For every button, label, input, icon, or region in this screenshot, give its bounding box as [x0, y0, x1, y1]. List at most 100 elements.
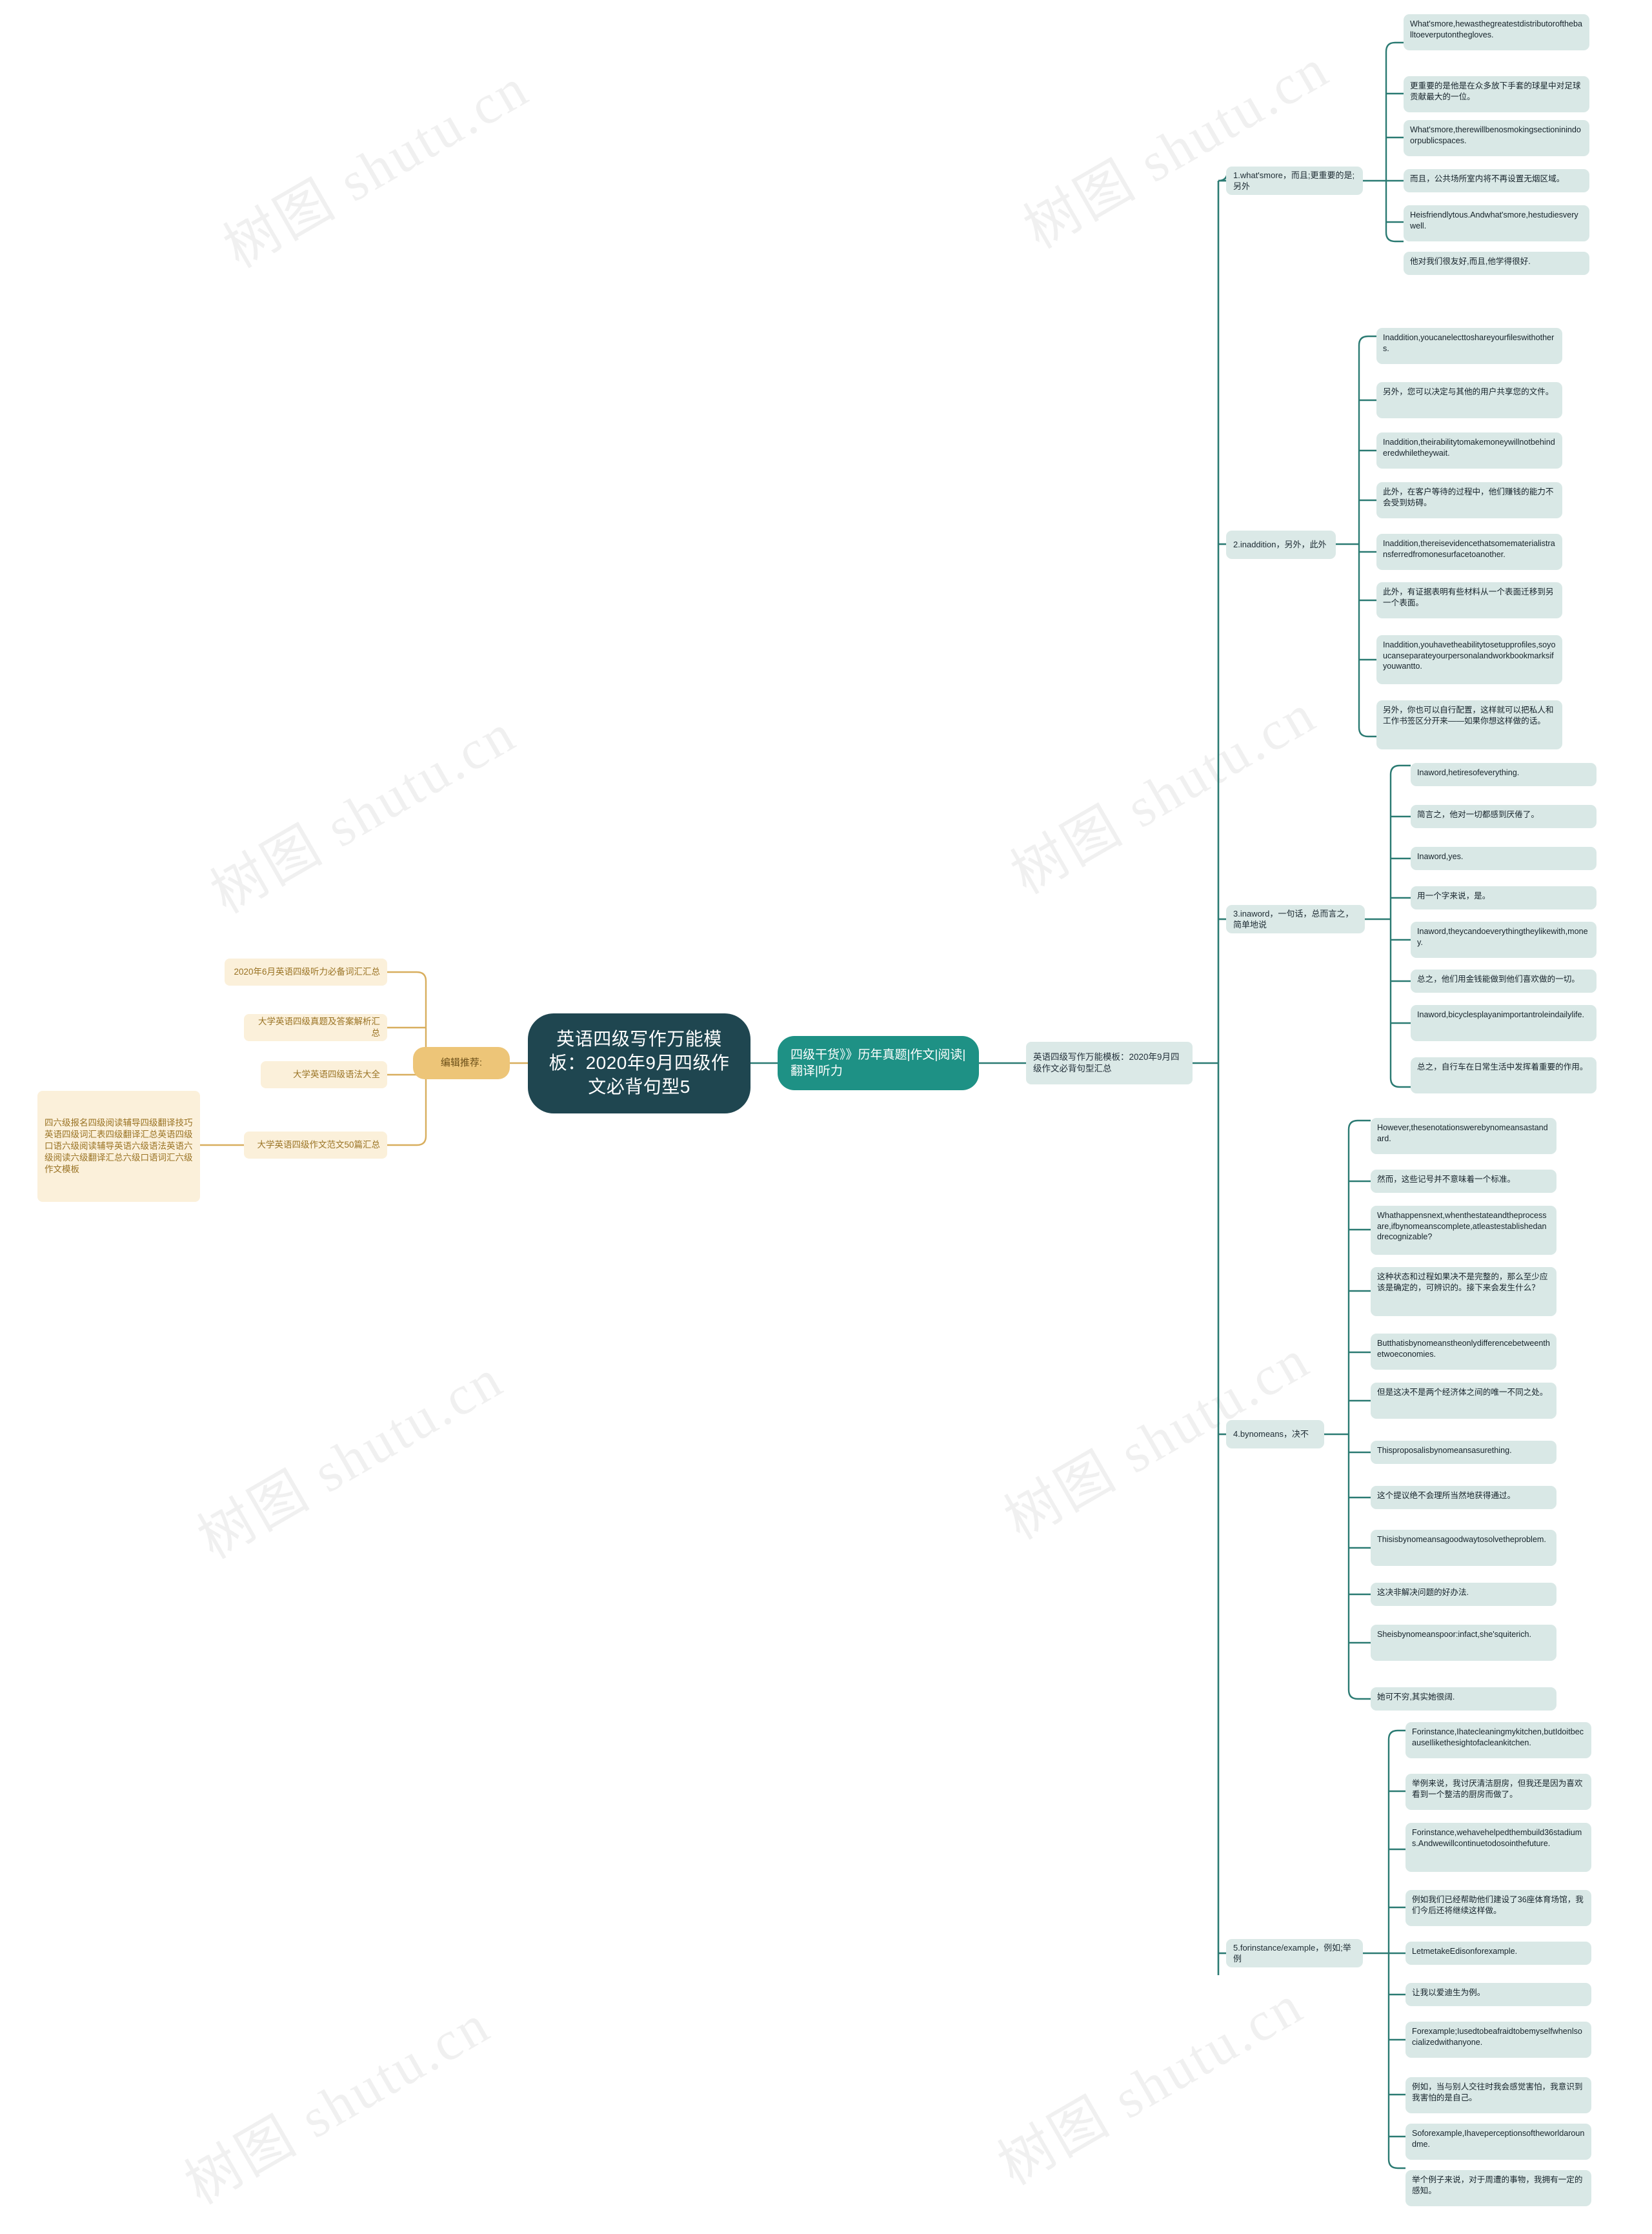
leaf-node[interactable]: 另外，您可以决定与其他的用户共享您的文件。	[1376, 382, 1562, 418]
watermark: 树图 shutu.cn	[988, 1973, 1314, 2197]
leaf-node[interactable]: Forexample;Iusedtobeafraidtobemyselfwhen…	[1405, 2022, 1591, 2058]
leaf-label: 举个例子来说，对于周遭的事物，我拥有一定的感知。	[1412, 2175, 1583, 2195]
leaf-label: 而且，公共场所室内将不再设置无烟区域。	[1410, 174, 1565, 183]
leaf-node[interactable]: Forinstance,Ihatecleaningmykitchen,butId…	[1405, 1722, 1591, 1758]
leaf-node[interactable]: Inaword,bicyclesplayanimportantroleindai…	[1411, 1005, 1597, 1041]
leaf-node[interactable]: 总之，自行车在日常生活中发挥着重要的作用。	[1411, 1057, 1597, 1093]
leaf-label: 更重要的是他是在众多放下手套的球星中对足球贡献最大的一位。	[1410, 81, 1581, 101]
left-list-item[interactable]: 大学英语四级真题及答案解析汇总	[244, 1014, 387, 1041]
left-list-item[interactable]: 大学英语四级语法大全	[261, 1061, 387, 1088]
leaf-label: 他对我们很友好,而且,他学得很好.	[1410, 257, 1531, 266]
leaf-node[interactable]: 他对我们很友好,而且,他学得很好.	[1404, 252, 1589, 275]
left-branch-label: 编辑推荐:	[440, 1057, 483, 1069]
leaf-node[interactable]: Thisisbynomeansagoodwaytosolvetheproblem…	[1371, 1530, 1556, 1566]
leaf-node[interactable]: 总之，他们用金钱能做到他们喜欢做的一切。	[1411, 970, 1597, 993]
leaf-node[interactable]: 另外，你也可以自行配置，这样就可以把私人和工作书签区分开来——如果你想这样做的话…	[1376, 700, 1562, 749]
leaf-node[interactable]: 简言之，他对一切都感到厌倦了。	[1411, 805, 1597, 828]
leaf-label: 让我以爱迪生为例。	[1412, 1988, 1486, 1997]
branch-label-in-addition[interactable]: 2.inaddition，另外，此外	[1226, 531, 1336, 559]
branch-label-by-no-means[interactable]: 4.bynomeans，决不	[1226, 1420, 1324, 1448]
branch-label: 4.bynomeans，决不	[1233, 1429, 1309, 1439]
branch-label: 5.forinstance/example，例如;举例	[1233, 1942, 1351, 1964]
leaf-label: 简言之，他对一切都感到厌倦了。	[1417, 810, 1539, 819]
leaf-label: 这决非解决问题的好办法.	[1377, 1588, 1469, 1597]
leaf-node[interactable]: Inaword,hetiresofeverything.	[1411, 763, 1597, 786]
left-list-item[interactable]: 2020年6月英语四级听力必备词汇汇总	[225, 959, 387, 986]
leaf-label: 例如我们已经帮助他们建设了36座体育场馆，我们今后还将继续这样做。	[1412, 1895, 1584, 1915]
branch-label-in-a-word[interactable]: 3.inaword，一句话，总而言之，简单地说	[1226, 905, 1365, 933]
left-branch-editor-recommend[interactable]: 编辑推荐:	[413, 1047, 510, 1079]
branch-label: 3.inaword，一句话，总而言之，简单地说	[1233, 908, 1354, 929]
leaf-node[interactable]: What'smore,therewillbenosmokingsectionin…	[1404, 120, 1589, 156]
leaf-label: However,thesenotationswerebynomeansastan…	[1377, 1123, 1548, 1143]
leaf-node[interactable]: 而且，公共场所室内将不再设置无烟区域。	[1404, 169, 1589, 192]
right-branch-level1[interactable]: 四级干货》》历年真题|作文|阅读|翻译|听力	[778, 1036, 979, 1090]
left-list-item-label: 2020年6月英语四级听力必备词汇汇总	[234, 967, 380, 977]
leaf-node[interactable]: 但是这决不是两个经济体之间的唯一不同之处。	[1371, 1383, 1556, 1419]
leaf-label: Inaword,yes.	[1417, 852, 1464, 861]
leaf-label: Inaddition,youhavetheabilitytosetupprofi…	[1383, 640, 1556, 671]
leaf-label: Sheisbynomeanspoor:infact,she'squiterich…	[1377, 1630, 1532, 1639]
leaf-label: Forinstance,wehavehelpedthembuild36stadi…	[1412, 1828, 1582, 1848]
leaf-label: 她可不穷,其实她很阔.	[1377, 1692, 1455, 1701]
watermark: 树图 shutu.cn	[201, 701, 527, 926]
leaf-node[interactable]: 举例来说，我讨厌清洁厨房，但我还是因为喜欢看到一个整洁的厨房而做了。	[1405, 1774, 1591, 1810]
leaf-node[interactable]: What'smore,hewasthegreatestdistributorof…	[1404, 14, 1589, 50]
leaf-node[interactable]: 然而，这些记号并不意味着一个标准。	[1371, 1170, 1556, 1193]
leaf-node[interactable]: 此外，在客户等待的过程中，他们赚钱的能力不会受到妨碍。	[1376, 482, 1562, 518]
leaf-label: 这个提议绝不会理所当然地获得通过。	[1377, 1491, 1516, 1500]
leaf-node[interactable]: 她可不穷,其实她很阔.	[1371, 1687, 1556, 1711]
leaf-node[interactable]: 此外，有证据表明有些材料从一个表面迁移到另一个表面。	[1376, 582, 1562, 618]
branch-label-whats-more[interactable]: 1.what'smore，而且;更重要的是;另外	[1226, 167, 1363, 195]
left-list-item-label: 大学英语四级语法大全	[293, 1070, 380, 1080]
leaf-node[interactable]: 让我以爱迪生为例。	[1405, 1983, 1591, 2006]
leaf-node[interactable]: Inaddition,youcanelecttoshareyourfileswi…	[1376, 328, 1562, 364]
leaf-label: 但是这决不是两个经济体之间的唯一不同之处。	[1377, 1388, 1548, 1397]
leaf-node[interactable]: 这决非解决问题的好办法.	[1371, 1583, 1556, 1606]
watermark: 树图 shutu.cn	[175, 1992, 501, 2217]
leaf-label: Heisfriendlytous.Andwhat'smore,hestudies…	[1410, 210, 1578, 230]
left-list-item[interactable]: 大学英语四级作文范文50篇汇总	[244, 1132, 387, 1159]
leaf-node[interactable]: Forinstance,wehavehelpedthembuild36stadi…	[1405, 1823, 1591, 1872]
root-node[interactable]: 英语四级写作万能模板：2020年9月四级作文必背句型5	[528, 1013, 750, 1113]
right-topic-node[interactable]: 英语四级写作万能模板：2020年9月四级作文必背句型汇总	[1026, 1042, 1193, 1084]
leaf-label: 例如，当与别人交往时我会感觉害怕，我意识到我害怕的是自己。	[1412, 2082, 1583, 2102]
leaf-node[interactable]: Inaddition,theirabilitytomakemoneywillno…	[1376, 432, 1562, 469]
left-list-item-label: 大学英语四级真题及答案解析汇总	[258, 1017, 380, 1038]
leaf-label: Soforexample,Ihaveperceptionsoftheworlda…	[1412, 2129, 1585, 2149]
leaf-node[interactable]: 举个例子来说，对于周遭的事物，我拥有一定的感知。	[1405, 2170, 1591, 2206]
leaf-node[interactable]: 更重要的是他是在众多放下手套的球星中对足球贡献最大的一位。	[1404, 76, 1589, 112]
leaf-label: Forinstance,Ihatecleaningmykitchen,butId…	[1412, 1727, 1584, 1747]
leaf-label: What'smore,hewasthegreatestdistributorof…	[1410, 19, 1583, 39]
leaf-node[interactable]: Butthatisbynomeanstheonlydifferencebetwe…	[1371, 1334, 1556, 1370]
leaf-label: Inaddition,thereisevidencethatsomemateri…	[1383, 539, 1555, 559]
leaf-node[interactable]: 这个提议绝不会理所当然地获得通过。	[1371, 1486, 1556, 1509]
leaf-node[interactable]: 这种状态和过程如果决不是完整的，那么至少应该是确定的，可辨识的。接下来会发生什么…	[1371, 1267, 1556, 1316]
watermark: 树图 shutu.cn	[1001, 682, 1327, 906]
leaf-node[interactable]: Soforexample,Ihaveperceptionsoftheworlda…	[1405, 2124, 1591, 2160]
leaf-node[interactable]: 例如我们已经帮助他们建设了36座体育场馆，我们今后还将继续这样做。	[1405, 1890, 1591, 1926]
leaf-label: Thisproposalisbynomeansasurething.	[1377, 1446, 1512, 1455]
branch-label-for-instance[interactable]: 5.forinstance/example，例如;举例	[1226, 1939, 1363, 1967]
leaf-label: Inaword,bicyclesplayanimportantroleindai…	[1417, 1010, 1585, 1019]
leaf-label: Inaddition,theirabilitytomakemoneywillno…	[1383, 438, 1555, 458]
leaf-label: 另外，你也可以自行配置，这样就可以把私人和工作书签区分开来——如果你想这样做的话…	[1383, 706, 1554, 726]
leaf-node[interactable]: Inaddition,thereisevidencethatsomemateri…	[1376, 534, 1562, 570]
leaf-node[interactable]: 用一个字来说，是。	[1411, 886, 1597, 909]
leaf-node[interactable]: Heisfriendlytous.Andwhat'smore,hestudies…	[1404, 205, 1589, 241]
left-tail-node[interactable]: 四六级报名四级阅读辅导四级翻译技巧英语四级词汇表四级翻译汇总英语四级口语六级阅读…	[37, 1091, 200, 1202]
leaf-label: 举例来说，我讨厌清洁厨房，但我还是因为喜欢看到一个整洁的厨房而做了。	[1412, 1779, 1583, 1799]
leaf-node[interactable]: LetmetakeEdisonforexample.	[1405, 1942, 1591, 1965]
watermark: 树图 shutu.cn	[188, 1346, 514, 1571]
leaf-label: 此外，在客户等待的过程中，他们赚钱的能力不会受到妨碍。	[1383, 487, 1554, 507]
leaf-node[interactable]: Inaword,theycandoeverythingtheylikewith,…	[1411, 922, 1597, 958]
leaf-node[interactable]: Sheisbynomeanspoor:infact,she'squiterich…	[1371, 1625, 1556, 1661]
leaf-node[interactable]: Inaword,yes.	[1411, 847, 1597, 870]
left-list-item-label: 大学英语四级作文范文50篇汇总	[257, 1140, 380, 1150]
leaf-label: Butthatisbynomeanstheonlydifferencebetwe…	[1377, 1339, 1550, 1359]
leaf-node[interactable]: Whathappensnext,whenthestateandtheproces…	[1371, 1206, 1556, 1255]
leaf-node[interactable]: Thisproposalisbynomeansasurething.	[1371, 1441, 1556, 1464]
leaf-node[interactable]: However,thesenotationswerebynomeansastan…	[1371, 1118, 1556, 1154]
leaf-node[interactable]: Inaddition,youhavetheabilitytosetupprofi…	[1376, 635, 1562, 684]
leaf-node[interactable]: 例如，当与别人交往时我会感觉害怕，我意识到我害怕的是自己。	[1405, 2077, 1591, 2113]
